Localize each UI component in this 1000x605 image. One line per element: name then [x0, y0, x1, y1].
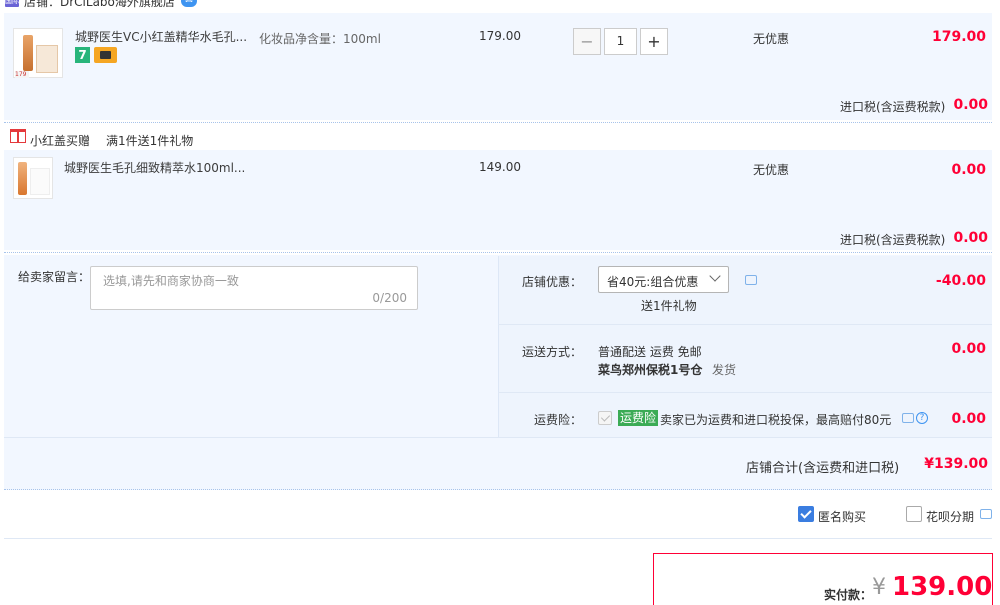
payment-label: 实付款： — [824, 588, 873, 602]
shipping-method: 普通配送 运费 免邮 — [598, 345, 702, 359]
gift-promo-desc: 满1件送1件礼物 — [106, 134, 194, 148]
gift-promo-row: 小红盖买赠 满1件送1件礼物 — [4, 127, 992, 148]
payment-total: 139.00 — [892, 572, 993, 602]
promo-status: 无优惠 — [753, 32, 790, 46]
shop-promo-value: -40.00 — [935, 273, 986, 289]
seller-message-label: 给卖家留言： — [18, 270, 91, 284]
shop-promo-label: 店铺优惠： — [521, 275, 582, 289]
shop-promo-selected: 省40元:组合优惠 — [607, 275, 699, 289]
ship-from-label: 发货 — [712, 363, 737, 377]
gift-icon — [10, 129, 26, 143]
shop-promo-note: 送1件礼物 — [641, 299, 697, 313]
promo-info-icon[interactable] — [745, 275, 757, 285]
divider — [4, 538, 992, 539]
chat-icon[interactable] — [902, 413, 914, 423]
unit-price: 179.00 — [479, 29, 521, 43]
insurance-value: 0.00 — [951, 411, 986, 427]
insurance-tag: 运费险 — [618, 410, 659, 426]
item-subtotal: 0.00 — [951, 162, 986, 178]
item-subtotal: 179.00 — [931, 29, 986, 45]
divider — [4, 252, 992, 253]
product-sku: 化妆品净含量：100ml — [259, 32, 381, 46]
import-tax-label: 进口税(含运费税款) — [840, 233, 946, 247]
divider — [4, 437, 992, 438]
import-tax-label: 进口税(含运费税款) — [840, 100, 946, 114]
divider — [4, 489, 992, 490]
message-char-count: 0/200 — [372, 291, 407, 305]
product-title[interactable]: 城野医生毛孔细致精萃水100ml... — [64, 160, 245, 176]
shop-promo-select[interactable]: 省40元:组合优惠 — [598, 266, 729, 293]
increase-quantity-button[interactable]: + — [640, 28, 668, 55]
shop-name[interactable]: 店铺：DrCiLabo海外旗舰店 — [24, 0, 175, 10]
shipping-warehouse: 菜鸟郑州保税1号仓 — [598, 363, 703, 377]
decrease-quantity-button[interactable]: − — [573, 28, 601, 55]
divider — [498, 324, 992, 325]
shop-summary-row: 店铺合计(含运费和进口税) ¥139.00 — [4, 440, 992, 488]
huabei-label[interactable]: 花呗分期 — [926, 508, 974, 525]
shipping-value: 0.00 — [951, 341, 986, 357]
chat-seller-icon[interactable]: ✉ — [181, 0, 197, 7]
message-placeholder: 选填,请先和商家协商一致 — [103, 274, 239, 288]
insurance-checkbox[interactable] — [598, 411, 612, 425]
anonymous-label[interactable]: 匿名购买 — [818, 508, 866, 525]
unit-price: 149.00 — [479, 160, 521, 174]
product-image[interactable] — [13, 157, 53, 199]
seven-day-return-badge: 7 — [75, 47, 90, 63]
product-title[interactable]: 城野医生VC小红盖精华水毛孔... — [75, 29, 247, 45]
promo-status: 无优惠 — [753, 163, 790, 177]
shop-header: 国际 店铺：DrCiLabo海外旗舰店 ✉ — [0, 0, 1000, 14]
global-shop-icon: 国际 — [5, 0, 19, 7]
import-tax-value: 0.00 — [953, 97, 988, 113]
insurance-label: 运费险： — [533, 413, 582, 427]
anonymous-checkbox[interactable] — [798, 506, 814, 522]
currency-symbol: ¥ — [872, 575, 886, 600]
divider — [498, 392, 992, 393]
quantity-input[interactable]: 1 — [604, 28, 637, 55]
gift-promo-tag: 小红盖买赠 — [30, 134, 91, 148]
insurance-desc: 卖家已为运费和进口税投保，最高赔付80元 — [660, 413, 892, 427]
import-tax-value: 0.00 — [953, 230, 988, 246]
seller-message-input[interactable]: 选填,请先和商家协商一致 0/200 — [90, 266, 418, 310]
chevron-down-icon — [709, 270, 721, 282]
credit-card-icon — [94, 47, 117, 63]
chat-icon[interactable] — [980, 509, 992, 519]
shop-total-value: ¥139.00 — [924, 456, 988, 472]
product-image[interactable]: 179 — [13, 28, 63, 78]
help-icon[interactable]: ? — [916, 412, 928, 424]
shipping-label: 运送方式： — [521, 345, 582, 359]
payment-total-box: 实付款： ¥ 139.00 — [653, 553, 993, 605]
shop-total-label: 店铺合计(含运费和进口税) — [746, 461, 900, 476]
divider — [4, 122, 992, 123]
huabei-checkbox[interactable] — [906, 506, 922, 522]
